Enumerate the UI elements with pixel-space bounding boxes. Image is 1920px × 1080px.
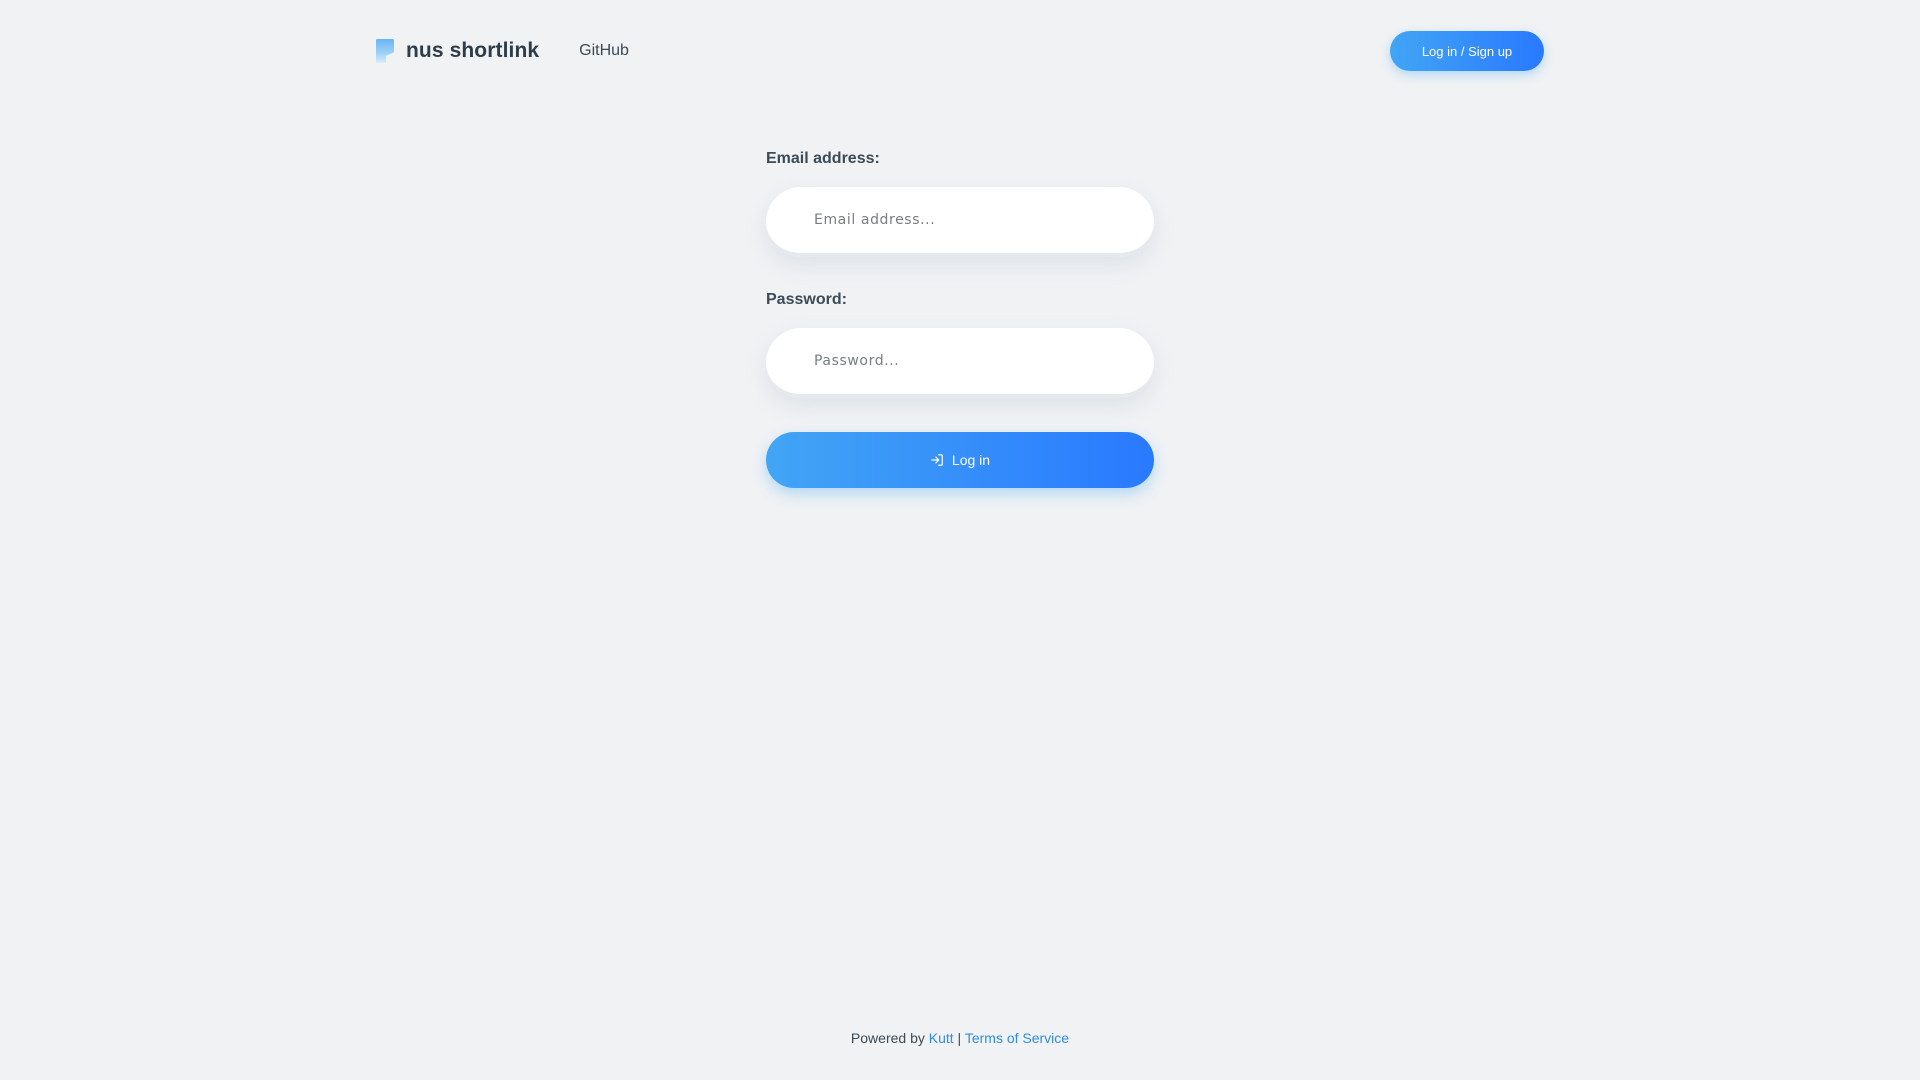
brand-link[interactable]: nus shortlink — [376, 39, 539, 63]
login-icon — [930, 453, 944, 467]
email-input[interactable] — [766, 187, 1154, 257]
email-label: Email address: — [766, 150, 880, 167]
footer-separator: | — [957, 1030, 962, 1046]
password-label: Password: — [766, 291, 847, 308]
kutt-link[interactable]: Kutt — [929, 1030, 954, 1046]
login-submit-label: Log in — [951, 452, 991, 468]
page: nus shortlink GitHub Log in / Sign up Em… — [0, 0, 1920, 1080]
terms-of-service-link[interactable]: Terms of Service — [965, 1030, 1069, 1046]
login-signup-button[interactable]: Log in / Sign up — [1390, 31, 1544, 71]
password-input[interactable] — [766, 328, 1154, 398]
github-link[interactable]: GitHub — [579, 42, 629, 60]
brand-name: nus shortlink — [406, 39, 540, 62]
header: nus shortlink GitHub Log in / Sign up — [376, 31, 1544, 71]
logo-icon — [376, 39, 394, 63]
login-form: Email address: Password: Log in — [766, 150, 1154, 488]
login-submit-button[interactable]: Log in — [766, 432, 1154, 488]
footer: Powered by Kutt | Terms of Service — [0, 1030, 1920, 1046]
powered-by-text: Powered by — [850, 1030, 925, 1046]
